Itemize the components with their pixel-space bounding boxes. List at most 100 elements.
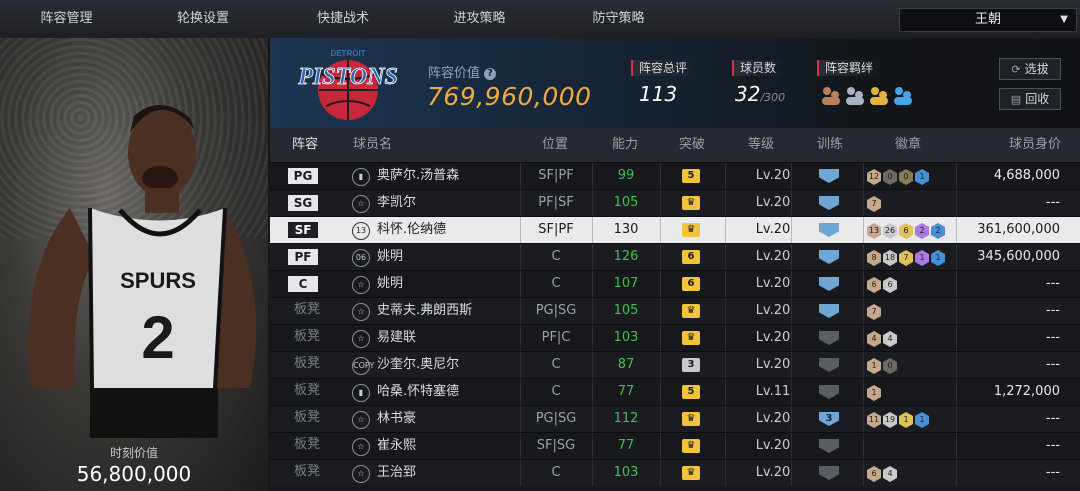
divider: [660, 163, 661, 189]
tab-defense-strategy[interactable]: 防守策略: [546, 0, 691, 36]
header-level[interactable]: 等级: [748, 128, 774, 162]
tab-lineup[interactable]: 阵容管理: [0, 0, 133, 36]
player-name[interactable]: 姚明: [377, 271, 403, 297]
badge-list[interactable]: 7: [867, 303, 883, 320]
training-shield-icon[interactable]: [819, 169, 839, 183]
player-worth: ---: [1045, 303, 1060, 318]
badge-list[interactable]: 8 18 7 1 1: [867, 249, 947, 266]
player-name[interactable]: 易建联: [377, 325, 416, 351]
training-shield-icon[interactable]: [819, 304, 839, 318]
training-shield-icon[interactable]: [819, 358, 839, 372]
player-name[interactable]: 哈桑.怀特塞德: [377, 379, 459, 405]
divider: [956, 298, 957, 324]
breakthrough-level[interactable]: 6: [682, 250, 700, 264]
player-name[interactable]: 史蒂夫.弗朗西斯: [377, 298, 472, 324]
divider: [863, 190, 864, 216]
table-row[interactable]: C ☆ 姚明 C 107 6 Lv.20 6 6 ---: [270, 270, 1080, 297]
divider: [660, 460, 661, 486]
header-name[interactable]: 球员名: [353, 128, 392, 162]
player-name[interactable]: 奥萨尔.汤普森: [377, 163, 459, 189]
table-row[interactable]: SG ☆ 李凯尔 PF|SF 105 ♛ Lv.20 7 ---: [270, 189, 1080, 216]
training-shield-icon[interactable]: [819, 223, 839, 237]
training-shield-icon[interactable]: 3: [819, 412, 839, 426]
training-shield-icon[interactable]: [819, 196, 839, 210]
training-shield-icon[interactable]: [819, 385, 839, 399]
player-name[interactable]: 沙奎尔.奥尼尔: [377, 352, 459, 378]
badge-list[interactable]: 7: [867, 195, 883, 212]
divider: [660, 325, 661, 351]
breakthrough-crown-icon[interactable]: ♛: [682, 412, 700, 426]
breakthrough-level[interactable]: 6: [682, 277, 700, 291]
tab-quick-tactics[interactable]: 快捷战术: [273, 0, 413, 36]
header-training[interactable]: 训练: [817, 128, 843, 162]
tab-rotation[interactable]: 轮换设置: [133, 0, 273, 36]
badge-list[interactable]: 66: [867, 276, 899, 293]
team-select[interactable]: 王朝 ▼: [899, 8, 1077, 32]
header-ability[interactable]: 能力: [612, 128, 638, 162]
table-row[interactable]: 板凳 ☆ 崔永熙 SF|SG 77 ♛ Lv.20 ---: [270, 432, 1080, 459]
breakthrough-crown-icon[interactable]: ♛: [682, 439, 700, 453]
player-level: Lv.20: [755, 465, 791, 480]
divider: [660, 244, 661, 270]
tab-offense-strategy[interactable]: 进攻策略: [413, 0, 546, 36]
breakthrough-crown-icon[interactable]: ♛: [682, 304, 700, 318]
table-row[interactable]: 板凳 ☆ 史蒂夫.弗朗西斯 PG|SG 105 ♛ Lv.20 7 ---: [270, 297, 1080, 324]
training-shield-icon[interactable]: [819, 250, 839, 264]
training-shield-icon[interactable]: [819, 331, 839, 345]
badge-list[interactable]: 1: [867, 384, 883, 401]
header-position[interactable]: 位置: [542, 128, 568, 162]
table-row[interactable]: 板凳 COPY 沙奎尔.奥尼尔 C 87 3 Lv.20 1 0 ---: [270, 351, 1080, 378]
breakthrough-level[interactable]: 5: [682, 169, 700, 183]
select-button[interactable]: ⟳ 选拔: [999, 58, 1061, 80]
header-worth[interactable]: 球员身价: [1009, 128, 1061, 162]
breakthrough-crown-icon[interactable]: ♛: [682, 466, 700, 480]
slot-bench-label: 板凳: [294, 383, 321, 398]
training-shield-icon[interactable]: [819, 466, 839, 480]
badge-list[interactable]: 11 19 1 1: [867, 411, 931, 428]
badge-list[interactable]: 13 26 6 2 2: [867, 222, 947, 239]
training-shield-icon[interactable]: [819, 439, 839, 453]
slot-badge: C: [288, 276, 318, 292]
breakthrough-crown-icon[interactable]: ♛: [682, 223, 700, 237]
player-name[interactable]: 李凯尔: [377, 190, 416, 216]
player-name[interactable]: 林书豪: [377, 406, 416, 432]
player-card[interactable]: SPURS 2 时刻价值 56,800,000: [0, 38, 268, 491]
breakthrough-crown-icon[interactable]: ♛: [682, 331, 700, 345]
header-lineup[interactable]: 阵容: [292, 128, 318, 162]
player-position: PG|SG: [535, 411, 577, 426]
header-badges[interactable]: 徽章: [895, 128, 921, 162]
table-row[interactable]: 板凳 ☆ 林书豪 PG|SG 112 ♛ Lv.20 3 11 19 1 1 ---: [270, 405, 1080, 432]
training-shield-icon[interactable]: [819, 277, 839, 291]
badge-list[interactable]: 12 0 0 1: [867, 168, 931, 185]
player-name[interactable]: 王治郅: [377, 460, 416, 486]
rating-value: 113: [639, 82, 678, 106]
table-row[interactable]: PF 06 姚明 C 126 6 Lv.20 8 18 7 1 1 345,600,000: [270, 243, 1080, 270]
moment-value: 56,800,000: [76, 462, 192, 486]
bond-icons[interactable]: [821, 84, 921, 108]
player-position: SF|PF: [538, 222, 574, 237]
recycle-button[interactable]: ▤ 回收: [999, 88, 1061, 110]
badge-list[interactable]: 64: [867, 465, 899, 482]
badge-list[interactable]: 44: [867, 330, 899, 347]
help-icon[interactable]: ?: [484, 68, 497, 80]
table-row[interactable]: SF 13 科怀.伦纳德 SF|PF 130 ♛ Lv.20 13 26 6 2 2 361,600,0…: [270, 216, 1080, 243]
player-level: Lv.20: [755, 357, 791, 372]
badge-hex-icon: 0: [883, 358, 897, 374]
bond-icon-blue: [894, 87, 912, 105]
player-name[interactable]: 科怀.伦纳德: [377, 217, 446, 243]
breakthrough-level[interactable]: 5: [682, 385, 700, 399]
table-row[interactable]: 板凳 ☆ 王治郅 C 103 ♛ Lv.20 6 4 ---: [270, 459, 1080, 486]
breakthrough-crown-icon[interactable]: ♛: [682, 196, 700, 210]
table-row[interactable]: PG ▮ 奥萨尔.汤普森 SF|PF 99 5 Lv.20 12 0 0 1 4,688,000: [270, 162, 1080, 189]
table-row[interactable]: 板凳 ▮ 哈桑.怀特塞德 C 77 5 Lv.11 1 1,272,000: [270, 378, 1080, 405]
header-breakthrough[interactable]: 突破: [679, 128, 705, 162]
refresh-icon: ⟳: [1011, 63, 1021, 76]
player-name[interactable]: 姚明: [377, 244, 403, 270]
recycle-icon: ▤: [1010, 93, 1022, 106]
divider: [863, 217, 864, 243]
table-row[interactable]: 板凳 ☆ 易建联 PF|C 103 ♛ Lv.20 4 4 ---: [270, 324, 1080, 351]
badge-list[interactable]: 10: [867, 357, 899, 374]
player-name[interactable]: 崔永熙: [377, 433, 416, 459]
divider: [863, 163, 864, 189]
breakthrough-level[interactable]: 3: [682, 358, 700, 372]
